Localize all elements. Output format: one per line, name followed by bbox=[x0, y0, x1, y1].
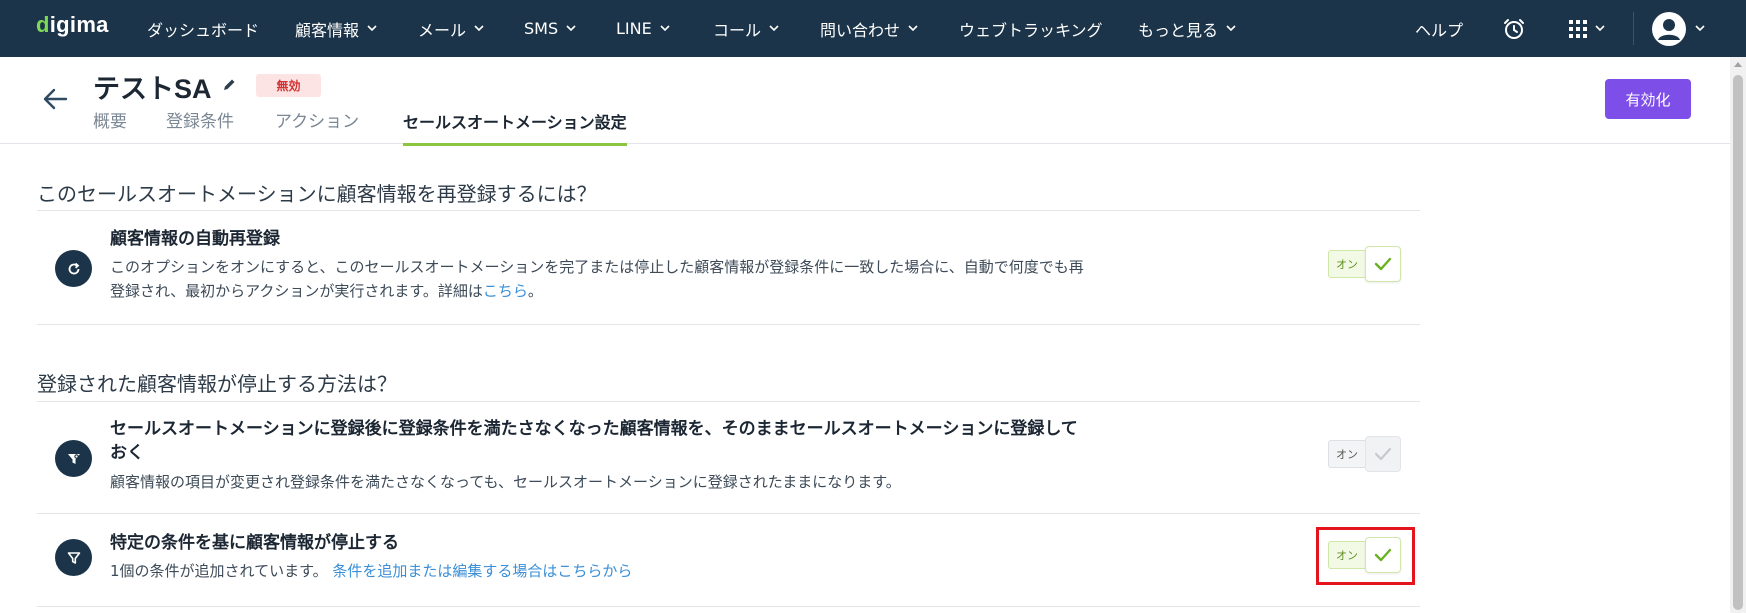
toggle-label: オン bbox=[1328, 440, 1366, 468]
top-navigation-bar: digima ダッシュボード 顧客情報 メール SMS LINE コール 問い合… bbox=[0, 0, 1746, 57]
nav-item-label: SMS bbox=[524, 19, 559, 38]
tab-registration-conditions[interactable]: 登録条件 bbox=[166, 107, 234, 144]
option-description: 顧客情報の項目が変更され登録条件を満たさなくなっても、セールスオートメーションに… bbox=[110, 473, 901, 491]
option-description: 1個の条件が追加されています。 条件を追加または編集する場合はこちらから bbox=[110, 559, 632, 583]
section-heading-stop-method: 登録された顧客情報が停止する方法は？ bbox=[37, 372, 397, 396]
scrollbar-thumb[interactable] bbox=[1733, 75, 1743, 610]
nav-item-more[interactable]: もっと見る bbox=[1138, 0, 1236, 57]
divider bbox=[37, 606, 1420, 607]
edit-conditions-link[interactable]: 条件を追加または編集する場合はこちらから bbox=[332, 562, 632, 580]
enable-button[interactable]: 有効化 bbox=[1605, 79, 1691, 119]
alarm-clock-button[interactable] bbox=[1502, 0, 1526, 57]
option-description-line2: 登録され、最初からアクションが実行されます。詳細はこちら。 bbox=[110, 279, 543, 303]
description-text: 登録され、最初からアクションが実行されます。詳細は bbox=[110, 282, 483, 300]
section-heading-reregistration: このセールスオートメーションに顧客情報を再登録するには？ bbox=[37, 182, 597, 206]
nav-item-label: 問い合わせ bbox=[820, 20, 901, 40]
option-description-line1: このオプションをオンにすると、このセールスオートメーションを完了または停止した顧… bbox=[110, 258, 1084, 276]
refresh-icon bbox=[55, 250, 92, 287]
description-text: 1個の条件が追加されています。 bbox=[110, 562, 328, 580]
page-title: テストSA bbox=[93, 74, 212, 104]
nav-divider bbox=[1633, 12, 1634, 45]
nav-item-label: ウェブトラッキング bbox=[959, 20, 1103, 40]
user-avatar-icon bbox=[1652, 11, 1686, 46]
nav-item-label: メール bbox=[418, 20, 467, 40]
nav-item-label: ダッシュボード bbox=[147, 20, 260, 40]
nav-item-line[interactable]: LINE bbox=[616, 0, 670, 57]
auto-reregistration-toggle[interactable]: オン bbox=[1328, 246, 1402, 282]
chevron-down-icon bbox=[908, 25, 918, 32]
nav-item-customers[interactable]: 顧客情報 bbox=[295, 0, 377, 57]
divider bbox=[37, 401, 1420, 402]
chevron-down-icon bbox=[660, 25, 670, 32]
tab-actions[interactable]: アクション bbox=[275, 107, 359, 144]
funnel-pin-icon bbox=[55, 440, 92, 477]
nav-item-web-tracking[interactable]: ウェブトラッキング bbox=[959, 0, 1103, 57]
pencil-edit-icon[interactable] bbox=[222, 77, 237, 92]
tab-sales-automation-settings[interactable]: セールスオートメーション設定 bbox=[403, 109, 627, 146]
tab-overview[interactable]: 概要 bbox=[93, 107, 127, 144]
page-header: テストSA 無効 概要 登録条件 アクション セールスオートメーション設定 有効… bbox=[0, 57, 1730, 146]
nav-item-inquiries[interactable]: 問い合わせ bbox=[820, 0, 918, 57]
toggle-label: オン bbox=[1328, 250, 1366, 278]
vertical-scrollbar[interactable] bbox=[1730, 57, 1746, 613]
chevron-down-icon bbox=[1226, 25, 1236, 32]
app-logo[interactable]: digima bbox=[36, 12, 109, 38]
help-link[interactable]: ヘルプ bbox=[1415, 0, 1463, 57]
description-suffix: 。 bbox=[527, 282, 543, 300]
chevron-down-icon bbox=[1595, 25, 1605, 32]
user-menu-button[interactable] bbox=[1651, 0, 1705, 57]
nav-item-label: 顧客情報 bbox=[295, 20, 360, 40]
chevron-down-icon bbox=[474, 25, 484, 32]
alarm-clock-icon bbox=[1504, 18, 1524, 39]
scroll-up-arrow-icon[interactable] bbox=[1734, 62, 1742, 67]
chevron-down-icon bbox=[367, 25, 377, 32]
nav-item-call[interactable]: コール bbox=[713, 0, 779, 57]
nav-item-label: LINE bbox=[616, 19, 652, 38]
option-title-line1: セールスオートメーションに登録後に登録条件を満たさなくなった顧客情報を、そのまま… bbox=[110, 419, 1078, 439]
nav-item-sms[interactable]: SMS bbox=[524, 0, 576, 57]
divider bbox=[37, 324, 1420, 325]
chevron-down-icon bbox=[1695, 25, 1705, 32]
nav-item-mail[interactable]: メール bbox=[418, 0, 484, 57]
divider bbox=[37, 210, 1420, 211]
option-title: 特定の条件を基に顧客情報が停止する bbox=[110, 533, 399, 553]
highlight-box bbox=[1316, 527, 1415, 585]
nav-item-label: もっと見る bbox=[1138, 20, 1219, 40]
status-badge: 無効 bbox=[256, 74, 321, 97]
apps-grid-icon bbox=[1569, 19, 1587, 38]
keep-registered-toggle[interactable]: オン bbox=[1328, 436, 1402, 472]
apps-menu-button[interactable] bbox=[1569, 0, 1605, 57]
checkmark-icon bbox=[1365, 246, 1401, 282]
option-title-line2: おく bbox=[110, 443, 144, 463]
chevron-down-icon bbox=[566, 25, 576, 32]
funnel-icon bbox=[55, 539, 92, 576]
details-link[interactable]: こちら bbox=[483, 282, 528, 300]
option-title: 顧客情報の自動再登録 bbox=[110, 229, 280, 249]
chevron-down-icon bbox=[769, 25, 779, 32]
divider bbox=[37, 513, 1420, 514]
nav-item-label: コール bbox=[713, 20, 762, 40]
checkmark-icon bbox=[1365, 436, 1401, 472]
back-arrow-icon[interactable] bbox=[42, 86, 68, 112]
help-label: ヘルプ bbox=[1415, 20, 1464, 40]
nav-item-dashboard[interactable]: ダッシュボード bbox=[147, 0, 259, 57]
